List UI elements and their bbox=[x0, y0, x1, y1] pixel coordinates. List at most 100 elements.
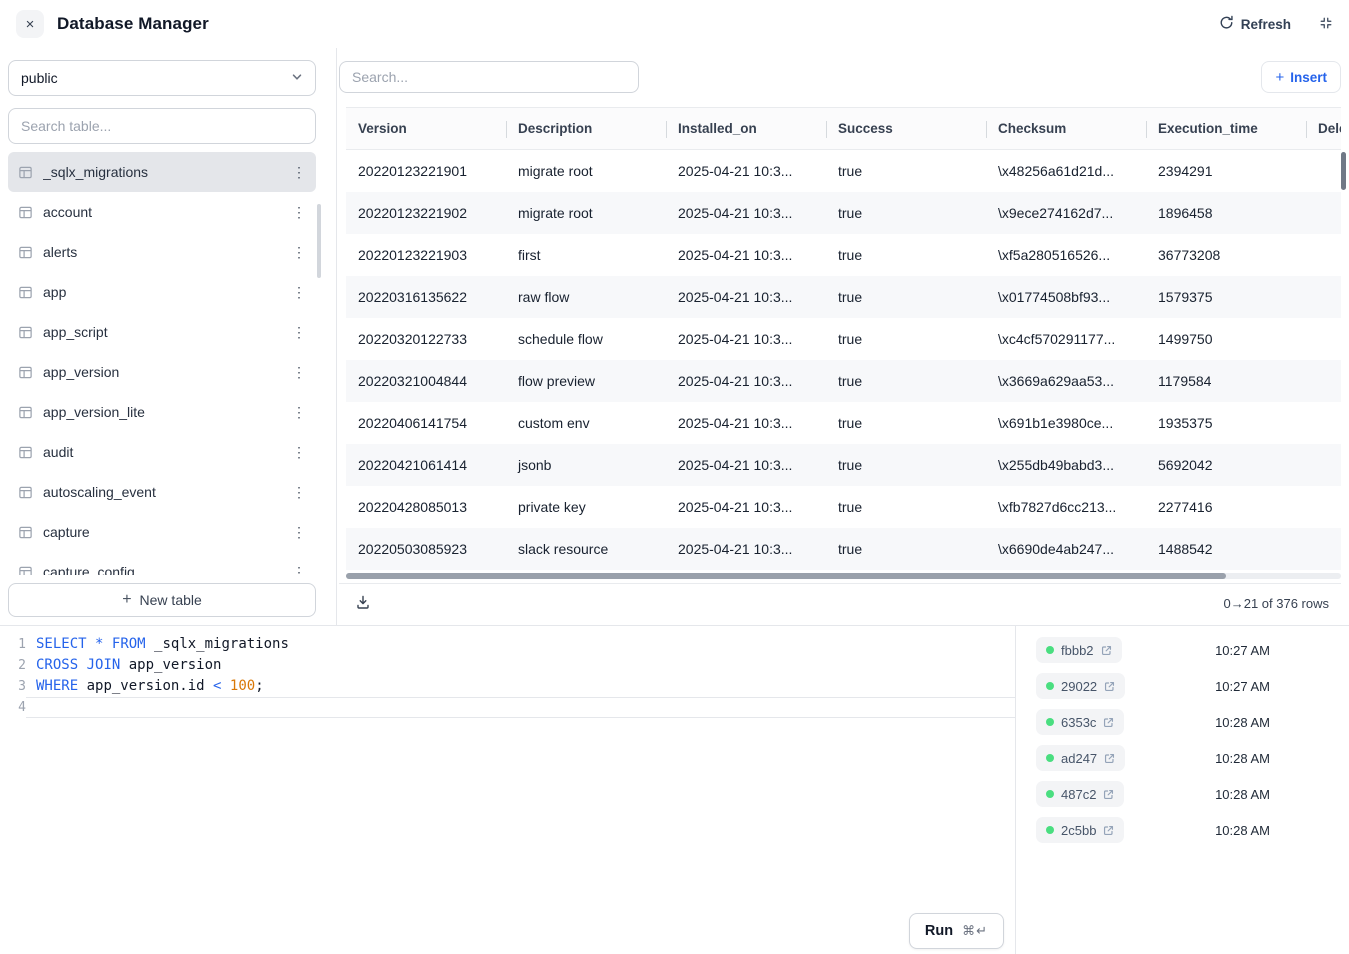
column-header-version[interactable]: Version bbox=[346, 108, 506, 149]
table-row[interactable]: 20220503085923slack resource2025-04-21 1… bbox=[346, 528, 1341, 570]
history-badge[interactable]: 487c2 bbox=[1036, 781, 1124, 807]
history-item[interactable]: 487c210:28 AM bbox=[1036, 776, 1349, 812]
table-row[interactable]: 20220421061414jsonb2025-04-21 10:3...tru… bbox=[346, 444, 1341, 486]
table-cell: 20220123221901 bbox=[346, 150, 506, 192]
history-badge[interactable]: fbbb2 bbox=[1036, 637, 1122, 663]
column-header-execution_time[interactable]: Execution_time bbox=[1146, 108, 1306, 149]
plus-icon: + bbox=[122, 591, 131, 609]
status-dot bbox=[1046, 790, 1054, 798]
table-cell: 20220320122733 bbox=[346, 318, 506, 360]
refresh-button[interactable]: Refresh bbox=[1219, 15, 1291, 33]
table-cell: 2025-04-21 10:3... bbox=[666, 360, 826, 402]
code-line[interactable]: 1SELECT * FROM _sqlx_migrations bbox=[0, 634, 1015, 655]
sidebar-item-app_version[interactable]: app_version⋮ bbox=[8, 352, 316, 392]
history-panel: fbbb210:27 AM2902210:27 AM6353c10:28 AMa… bbox=[1016, 626, 1349, 954]
sidebar-item-account[interactable]: account⋮ bbox=[8, 192, 316, 232]
table-cell: 2025-04-21 10:3... bbox=[666, 150, 826, 192]
column-header-installed_on[interactable]: Installed_on bbox=[666, 108, 826, 149]
column-header-success[interactable]: Success bbox=[826, 108, 986, 149]
close-button[interactable]: × bbox=[16, 10, 44, 38]
code-line[interactable]: 4 bbox=[0, 697, 1015, 718]
external-link-icon[interactable] bbox=[1103, 789, 1114, 800]
schema-select[interactable]: public bbox=[8, 60, 316, 96]
code-line[interactable]: 2CROSS JOIN app_version bbox=[0, 655, 1015, 676]
line-number: 1 bbox=[0, 634, 26, 655]
history-badge[interactable]: 6353c bbox=[1036, 709, 1124, 735]
history-time: 10:27 AM bbox=[1215, 679, 1270, 694]
refresh-label: Refresh bbox=[1241, 17, 1291, 32]
table-row[interactable]: 20220316135622raw flow2025-04-21 10:3...… bbox=[346, 276, 1341, 318]
new-table-button[interactable]: + New table bbox=[8, 583, 316, 617]
kebab-menu-icon[interactable]: ⋮ bbox=[288, 444, 310, 461]
table-row[interactable]: 20220123221902migrate root2025-04-21 10:… bbox=[346, 192, 1341, 234]
external-link-icon[interactable] bbox=[1104, 753, 1115, 764]
table-row[interactable]: 20220123221901migrate root2025-04-21 10:… bbox=[346, 150, 1341, 192]
table-cell: 1896458 bbox=[1146, 192, 1306, 234]
code-lines: 1SELECT * FROM _sqlx_migrations2CROSS JO… bbox=[0, 634, 1015, 718]
kebab-menu-icon[interactable]: ⋮ bbox=[288, 284, 310, 301]
horizontal-scrollbar-thumb[interactable] bbox=[346, 573, 1226, 579]
sidebar-item-app_version_lite[interactable]: app_version_lite⋮ bbox=[8, 392, 316, 432]
table-search-input[interactable] bbox=[8, 108, 316, 144]
history-item[interactable]: 29022 10:27 AM bbox=[1036, 668, 1349, 704]
sidebar-item-capture[interactable]: capture⋮ bbox=[8, 512, 316, 552]
kebab-menu-icon[interactable]: ⋮ bbox=[288, 164, 310, 181]
compress-button[interactable] bbox=[1319, 16, 1333, 33]
run-shortcut-hint: ⌘↵ bbox=[962, 923, 988, 939]
table-cell: 2025-04-21 10:3... bbox=[666, 318, 826, 360]
history-item[interactable]: fbbb210:27 AM bbox=[1036, 632, 1349, 668]
table-row[interactable]: 20220321004844flow preview2025-04-21 10:… bbox=[346, 360, 1341, 402]
sidebar-item-app_script[interactable]: app_script⋮ bbox=[8, 312, 316, 352]
table-cell: jsonb bbox=[506, 444, 666, 486]
sidebar-item-_sqlx_migrations[interactable]: _sqlx_migrations⋮ bbox=[8, 152, 316, 192]
sidebar-item-app[interactable]: app⋮ bbox=[8, 272, 316, 312]
column-header-dele[interactable]: Dele bbox=[1306, 108, 1341, 149]
kebab-menu-icon[interactable]: ⋮ bbox=[288, 524, 310, 541]
table-cell: \x9ece274162d7... bbox=[986, 192, 1146, 234]
table-cell: \x01774508bf93... bbox=[986, 276, 1146, 318]
history-badge[interactable]: 2c5bb bbox=[1036, 817, 1124, 843]
run-label: Run bbox=[925, 923, 953, 939]
download-button[interactable] bbox=[355, 594, 371, 613]
external-link-icon[interactable] bbox=[1103, 825, 1114, 836]
sidebar-item-audit[interactable]: audit⋮ bbox=[8, 432, 316, 472]
kebab-menu-icon[interactable]: ⋮ bbox=[288, 364, 310, 381]
history-badge[interactable]: 29022 bbox=[1036, 673, 1125, 699]
vertical-scrollbar[interactable] bbox=[1341, 152, 1346, 190]
search-input[interactable] bbox=[339, 61, 639, 93]
code-line[interactable]: 3WHERE app_version.id < 100; bbox=[0, 676, 1015, 697]
table-row[interactable]: 20220428085013private key2025-04-21 10:3… bbox=[346, 486, 1341, 528]
history-item[interactable]: ad24710:28 AM bbox=[1036, 740, 1349, 776]
table-row[interactable]: 20220320122733schedule flow2025-04-21 10… bbox=[346, 318, 1341, 360]
external-link-icon[interactable] bbox=[1104, 681, 1115, 692]
table-row[interactable]: 20220123221903first2025-04-21 10:3...tru… bbox=[346, 234, 1341, 276]
table-cell: true bbox=[826, 528, 986, 570]
history-id: ad247 bbox=[1061, 751, 1097, 766]
sidebar-item-capture_config[interactable]: capture_config⋮ bbox=[8, 552, 316, 575]
kebab-menu-icon[interactable]: ⋮ bbox=[288, 404, 310, 421]
kebab-menu-icon[interactable]: ⋮ bbox=[288, 244, 310, 261]
history-item[interactable]: 2c5bb10:28 AM bbox=[1036, 812, 1349, 848]
sidebar-item-alerts[interactable]: alerts⋮ bbox=[8, 232, 316, 272]
table-cell: 2025-04-21 10:3... bbox=[666, 402, 826, 444]
column-header-checksum[interactable]: Checksum bbox=[986, 108, 1146, 149]
insert-button[interactable]: + Insert bbox=[1261, 61, 1341, 93]
kebab-menu-icon[interactable]: ⋮ bbox=[288, 564, 310, 576]
history-badge[interactable]: ad247 bbox=[1036, 745, 1125, 771]
table-cell: true bbox=[826, 150, 986, 192]
kebab-menu-icon[interactable]: ⋮ bbox=[288, 324, 310, 341]
external-link-icon[interactable] bbox=[1101, 645, 1112, 656]
column-header-description[interactable]: Description bbox=[506, 108, 666, 149]
history-item[interactable]: 6353c10:28 AM bbox=[1036, 704, 1349, 740]
sidebar-item-autoscaling_event[interactable]: autoscaling_event⋮ bbox=[8, 472, 316, 512]
table-row[interactable]: 20220406141754custom env2025-04-21 10:3.… bbox=[346, 402, 1341, 444]
sidebar-scrollbar[interactable] bbox=[317, 204, 321, 278]
sql-editor[interactable]: 1SELECT * FROM _sqlx_migrations2CROSS JO… bbox=[0, 626, 1016, 954]
table-cell: schedule flow bbox=[506, 318, 666, 360]
database-manager-app: × Database Manager Refresh public bbox=[0, 0, 1349, 954]
horizontal-scrollbar[interactable] bbox=[346, 573, 1341, 579]
kebab-menu-icon[interactable]: ⋮ bbox=[288, 484, 310, 501]
external-link-icon[interactable] bbox=[1103, 717, 1114, 728]
kebab-menu-icon[interactable]: ⋮ bbox=[288, 204, 310, 221]
run-button[interactable]: Run ⌘↵ bbox=[909, 913, 1004, 949]
